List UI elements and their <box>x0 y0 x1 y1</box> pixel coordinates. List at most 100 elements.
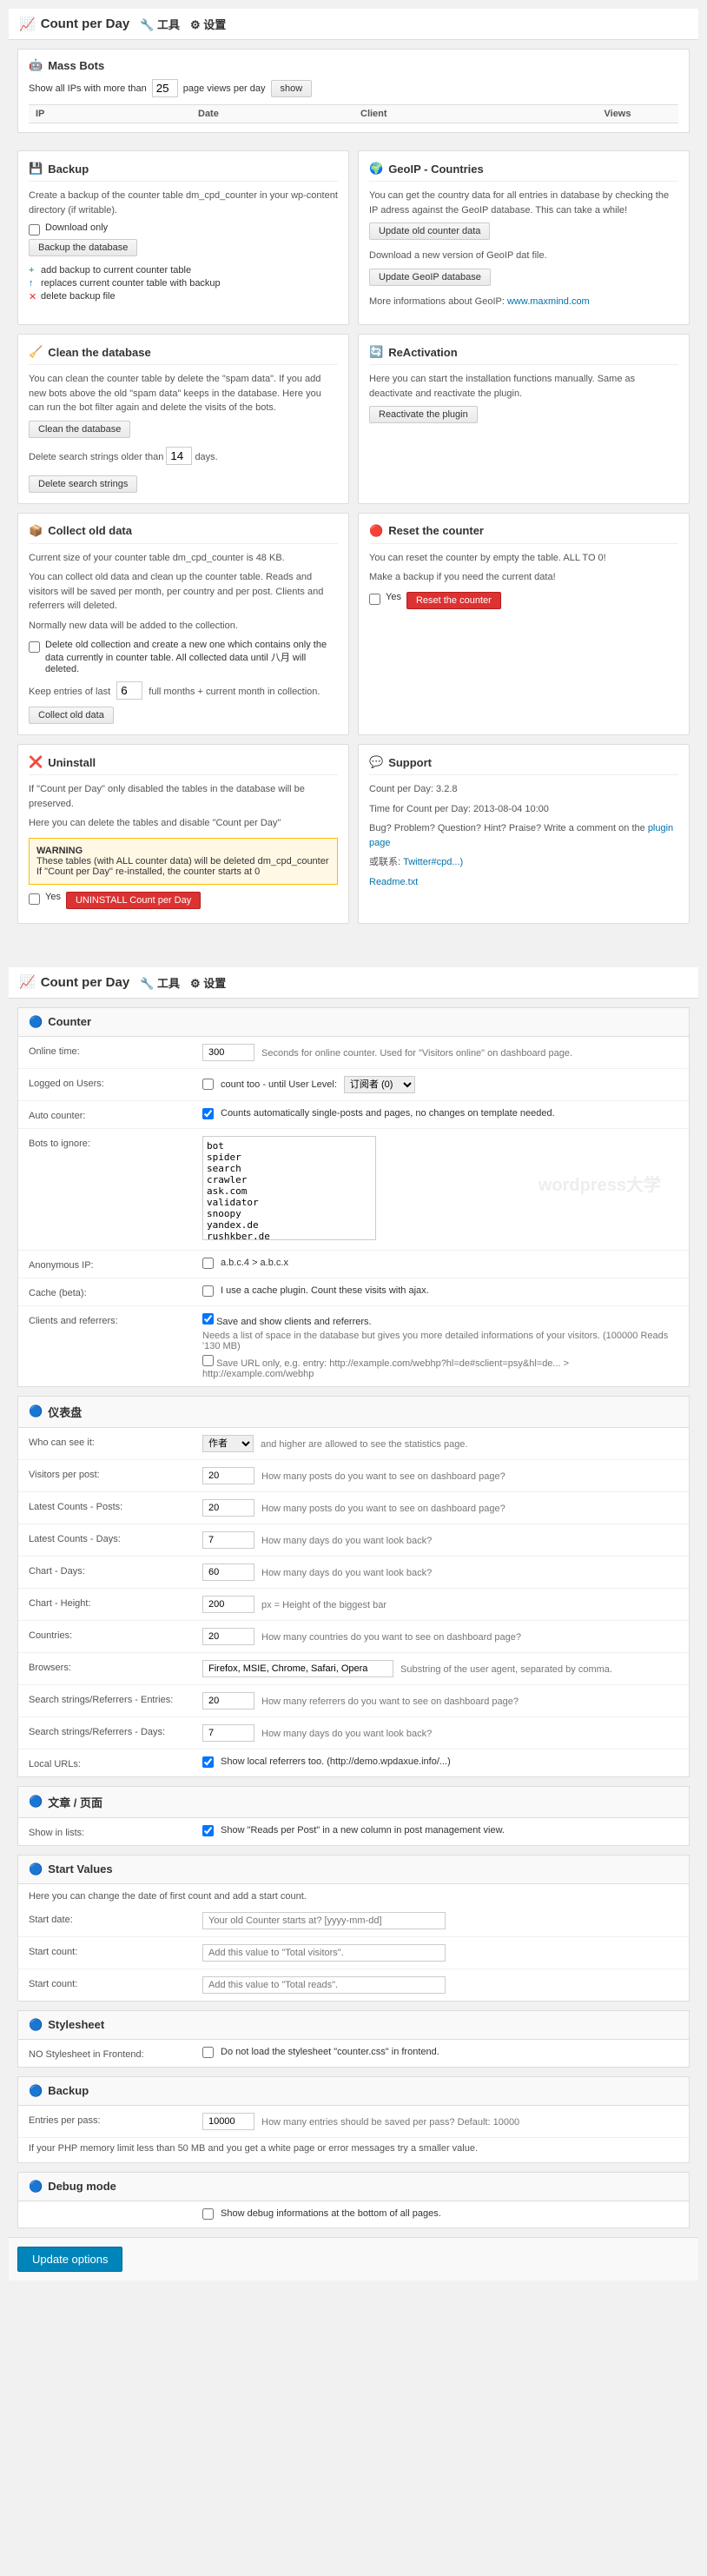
backup-settings-section: 🔵 Backup Entries per pass: How many entr… <box>17 2076 690 2163</box>
latest-counts-days-input[interactable] <box>202 1531 254 1549</box>
reset-counter-title: 🔴 Reset the counter <box>369 524 678 544</box>
red-circle-icon: 🔴 <box>369 524 383 538</box>
start-count-visitors-input[interactable] <box>202 1944 446 1962</box>
local-urls-row: Local URLs: Show local referrers too. (h… <box>18 1749 689 1776</box>
clean-db-title: 🧹 Clean the database <box>29 345 338 365</box>
show-in-lists-row: Show in lists: Show "Reads per Post" in … <box>18 1818 689 1845</box>
backup-title: 💾 Backup <box>29 162 338 182</box>
search-referrers-days-row: Search strings/Referrers - Days: How man… <box>18 1717 689 1749</box>
geoip-title: 🌍 GeoIP - Countries <box>369 162 678 182</box>
search-days-input[interactable] <box>166 447 192 465</box>
start-count-reads-input[interactable] <box>202 1976 446 1994</box>
delete-old-collection-checkbox[interactable] <box>29 641 40 653</box>
collect-old-card: 📦 Collect old data Current size of your … <box>17 513 349 736</box>
start-values-section: 🔵 Start Values Here you can change the d… <box>17 1855 690 2002</box>
settings-tool-link[interactable]: 🔧 工具 <box>140 974 180 991</box>
update-options-button[interactable]: Update options <box>17 2247 122 2272</box>
delete-search-desc: Delete search strings older than days. <box>29 447 338 465</box>
browsers-row: Browsers: Substring of the user agent, s… <box>18 1653 689 1685</box>
posts-section: 🔵 文章 / 页面 Show in lists: Show "Reads per… <box>17 1786 690 1846</box>
counter-section-title: 🔵 Counter <box>18 1008 689 1037</box>
delete-old-collection-row: Delete old collection and create a new o… <box>29 640 338 674</box>
reactivate-button[interactable]: Reactivate the plugin <box>369 406 478 423</box>
chart-height-input[interactable] <box>202 1596 254 1613</box>
uninstall-card: ❌ Uninstall If "Count per Day" only disa… <box>17 744 349 924</box>
no-stylesheet-checkbox[interactable] <box>202 2047 214 2058</box>
bots-ignore-textarea[interactable]: bot spider search crawler ask.com valida… <box>202 1136 376 1240</box>
collect-old-button[interactable]: Collect old data <box>29 707 114 724</box>
download-only-checkbox[interactable] <box>29 224 40 236</box>
settings-link[interactable]: ⚙ 设置 <box>190 16 226 32</box>
clean-database-card: 🧹 Clean the database You can clean the c… <box>17 334 349 504</box>
countries-input[interactable] <box>202 1628 254 1645</box>
backup-note: If your PHP memory limit less than 50 MB… <box>18 2138 689 2162</box>
clean-database-button[interactable]: Clean the database <box>29 421 130 438</box>
latest-counts-posts-input[interactable] <box>202 1499 254 1517</box>
twitter-link[interactable]: Twitter#cpd...) <box>403 857 463 867</box>
debug-section: 🔵 Debug mode Show debug informations at … <box>17 2172 690 2228</box>
start-date-input[interactable] <box>202 1912 446 1929</box>
who-can-see-select[interactable]: 作者 编辑 管理员 <box>202 1435 254 1452</box>
auto-counter-row: Auto counter: Counts automatically singl… <box>18 1101 689 1129</box>
backup-button[interactable]: Backup the database <box>29 239 137 256</box>
support-version: Count per Day: 3.2.8 <box>369 782 678 797</box>
mass-bots-threshold-input[interactable] <box>152 79 178 97</box>
backup-settings-title: 🔵 Backup <box>18 2077 689 2106</box>
search-referrers-entries-row: Search strings/Referrers - Entries: How … <box>18 1685 689 1717</box>
start-values-icon: 🔵 <box>29 1862 43 1876</box>
debug-title: 🔵 Debug mode <box>18 2173 689 2201</box>
header-bar: 📈 Count per Day 🔧 工具 ⚙ 设置 <box>9 9 698 40</box>
broom-icon: 🧹 <box>29 345 43 359</box>
stylesheet-section: 🔵 Stylesheet NO Stylesheet in Frontend: … <box>17 2010 690 2068</box>
clients-referrers-checkbox[interactable] <box>202 1313 214 1325</box>
cache-checkbox[interactable] <box>202 1285 214 1297</box>
reset-yes-checkbox[interactable] <box>369 594 380 605</box>
delete-search-button[interactable]: Delete search strings <box>29 475 137 493</box>
countries-row: Countries: How many countries do you wan… <box>18 1621 689 1653</box>
browsers-input[interactable] <box>202 1660 393 1677</box>
settings-settings-link[interactable]: ⚙ 设置 <box>190 974 226 991</box>
uninstall-button[interactable]: UNINSTALL Count per Day <box>66 892 201 909</box>
submit-bar: Update options <box>9 2237 698 2281</box>
entries-per-pass-input[interactable] <box>202 2113 254 2130</box>
show-in-lists-checkbox[interactable] <box>202 1825 214 1836</box>
refresh-icon: 🔄 <box>369 345 383 359</box>
dashboard-section: 🔵 仪表盘 Who can see it: 作者 编辑 管理员 and high… <box>17 1396 690 1777</box>
save-url-only-checkbox[interactable] <box>202 1355 214 1366</box>
update-old-counter-button[interactable]: Update old counter data <box>369 222 490 240</box>
user-level-select[interactable]: 订阅者 (0) 贡献者 (1) 作者 (2) 编辑 (7) 管理员 (10) <box>344 1076 415 1093</box>
geoip-link[interactable]: www.maxmind.com <box>507 296 590 307</box>
support-bug-text: Bug? Problem? Question? Hint? Praise? Wr… <box>369 821 678 850</box>
backup-icon: 💾 <box>29 162 43 176</box>
anonymous-ip-row: Anonymous IP: a.b.c.4 > a.b.c.x <box>18 1251 689 1278</box>
logged-users-row: Logged on Users: count too - until User … <box>18 1069 689 1101</box>
reset-counter-button[interactable]: Reset the counter <box>406 592 501 609</box>
no-stylesheet-row: NO Stylesheet in Frontend: Do not load t… <box>18 2040 689 2067</box>
support-time: Time for Count per Day: 2013-08-04 10:00 <box>369 802 678 817</box>
uninstall-yes-checkbox[interactable] <box>29 893 40 905</box>
online-time-input[interactable] <box>202 1044 254 1061</box>
logged-users-checkbox[interactable] <box>202 1079 214 1090</box>
mass-bots-show-button[interactable]: show <box>271 80 313 97</box>
uninstall-title: ❌ Uninstall <box>29 755 338 775</box>
stylesheet-title: 🔵 Stylesheet <box>18 2011 689 2040</box>
posts-section-title: 🔵 文章 / 页面 <box>18 1787 689 1818</box>
stylesheet-icon: 🔵 <box>29 2018 43 2032</box>
reset-yes-row: Yes Reset the counter <box>369 592 678 609</box>
visitors-per-post-input[interactable] <box>202 1467 254 1484</box>
update-geoip-button[interactable]: Update GeoIP database <box>369 269 491 286</box>
search-referrers-entries-input[interactable] <box>202 1692 254 1710</box>
anonymous-ip-checkbox[interactable] <box>202 1258 214 1269</box>
counter-section-icon: 🔵 <box>29 1015 43 1029</box>
readme-link[interactable]: Readme.txt <box>369 877 418 887</box>
search-referrers-days-input[interactable] <box>202 1724 254 1742</box>
keep-entries-input[interactable] <box>116 681 142 700</box>
section-divider <box>0 941 707 959</box>
local-urls-checkbox[interactable] <box>202 1756 214 1768</box>
auto-counter-checkbox[interactable] <box>202 1108 214 1119</box>
geoip-more-info: More informations about GeoIP: www.maxmi… <box>369 295 678 309</box>
chart-days-input[interactable] <box>202 1564 254 1581</box>
debug-checkbox[interactable] <box>202 2208 214 2220</box>
backup-settings-icon: 🔵 <box>29 2084 43 2098</box>
tool-link[interactable]: 🔧 工具 <box>140 16 180 32</box>
